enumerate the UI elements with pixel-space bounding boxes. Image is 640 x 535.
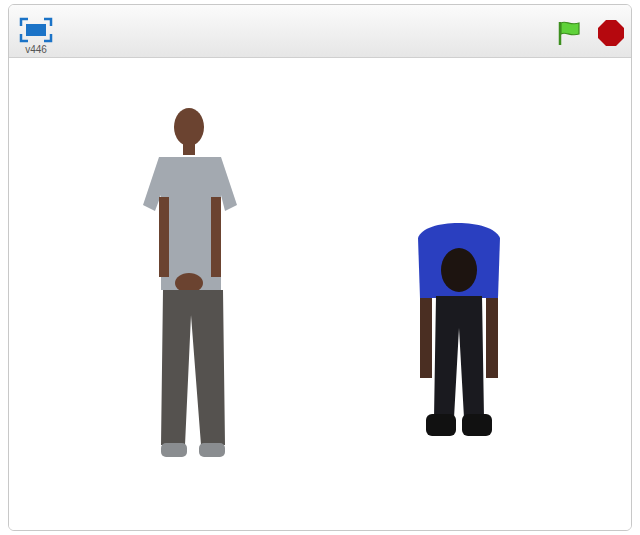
scratch-player: v446 xyxy=(8,4,632,531)
bending-boy-sprite[interactable] xyxy=(414,218,504,446)
fullscreen-button[interactable] xyxy=(19,17,53,43)
player-toolbar: v446 xyxy=(9,5,631,58)
green-flag-button[interactable] xyxy=(555,19,583,47)
stop-button[interactable] xyxy=(597,19,625,47)
fullscreen-icon xyxy=(19,17,53,43)
standing-boy-sprite[interactable] xyxy=(141,105,241,461)
stop-sign-icon xyxy=(597,19,625,47)
green-flag-icon xyxy=(555,19,583,47)
version-label: v446 xyxy=(25,44,47,56)
stage[interactable] xyxy=(9,58,631,530)
